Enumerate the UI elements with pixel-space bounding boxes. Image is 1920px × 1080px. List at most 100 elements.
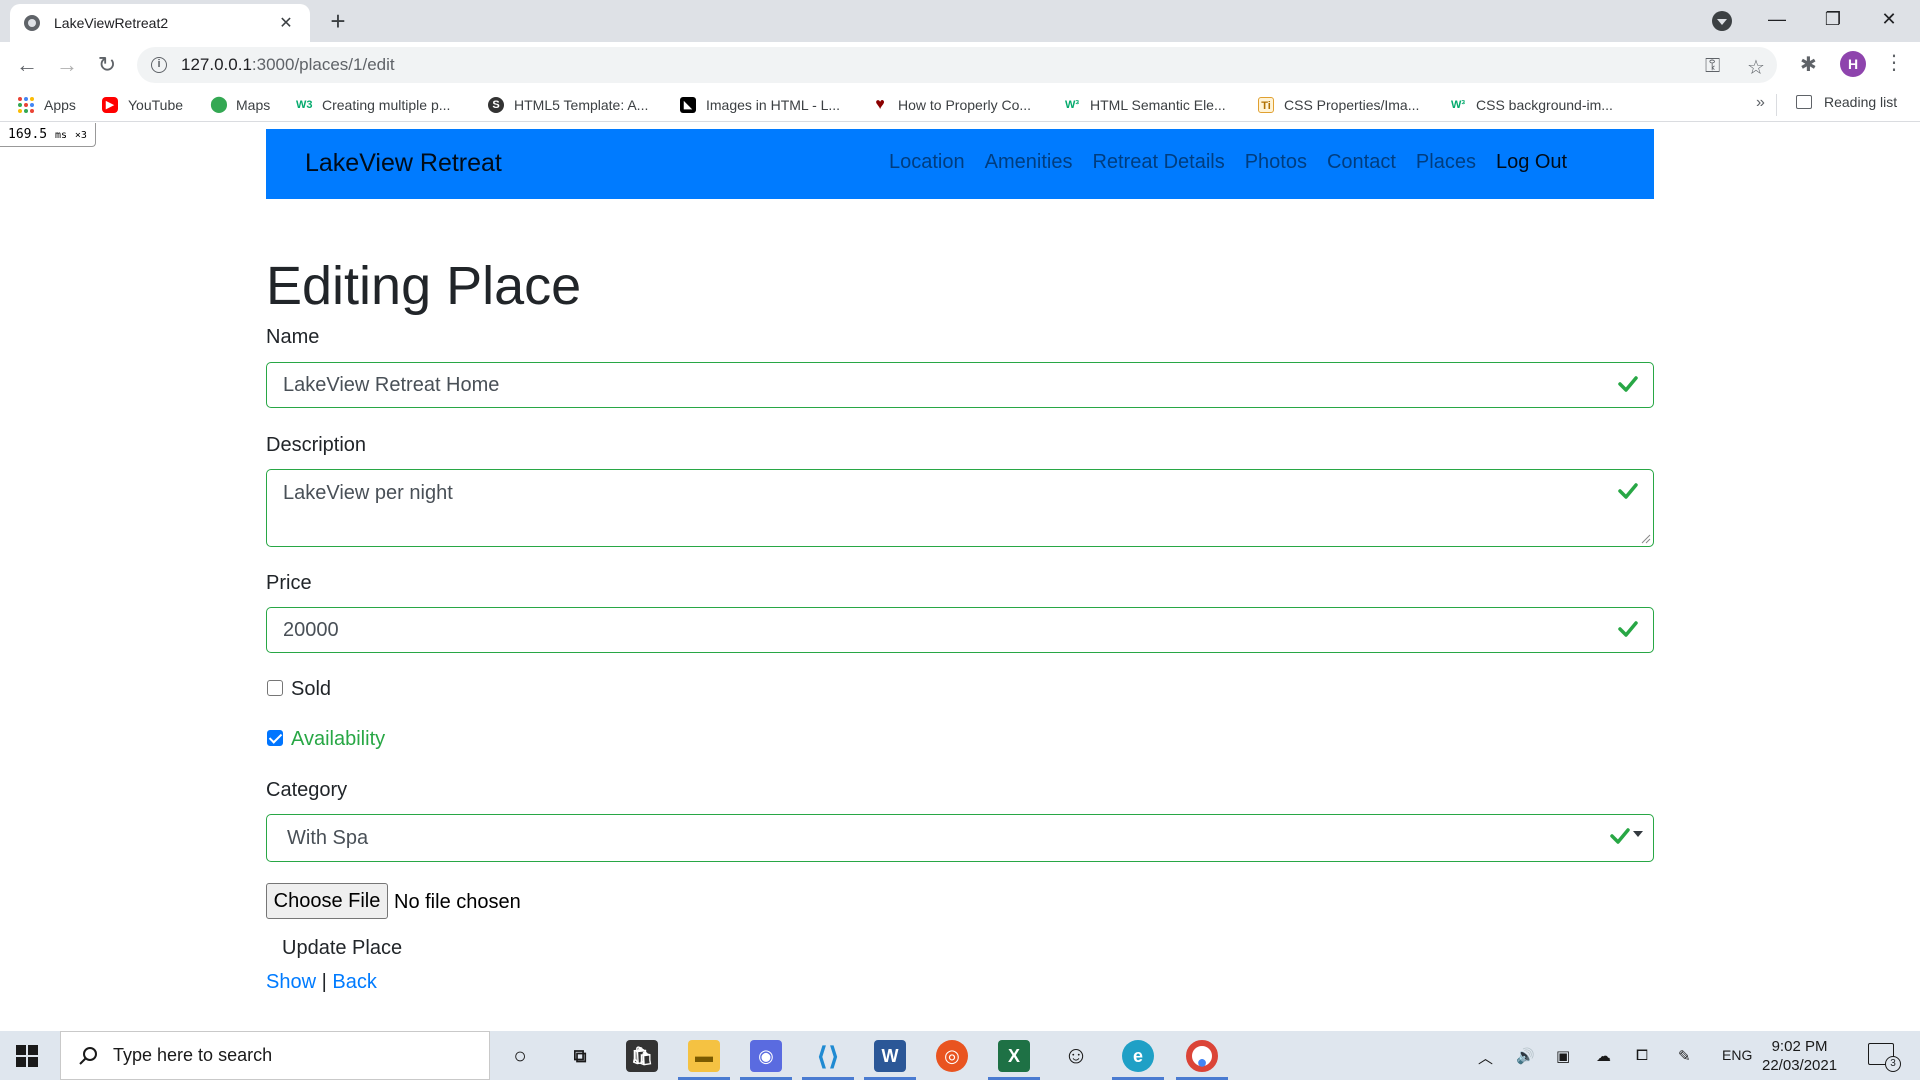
ti-icon: Ti: [1258, 97, 1274, 113]
bookmark-images-html[interactable]: ◣ Images in HTML - L...: [680, 94, 840, 116]
bookmark-css-properties[interactable]: Ti CSS Properties/Ima...: [1258, 94, 1419, 116]
emoji-app-icon[interactable]: ☺: [1060, 1040, 1092, 1072]
nav-location[interactable]: Location: [889, 151, 965, 174]
chrome-icon[interactable]: ●: [1186, 1040, 1218, 1072]
reading-list-icon: [1796, 95, 1812, 109]
bookmark-how-to[interactable]: ♥ How to Properly Co...: [872, 94, 1031, 116]
price-input[interactable]: 20000: [266, 607, 1654, 653]
extensions-puzzle-icon[interactable]: ✱: [1800, 52, 1817, 77]
ubuntu-icon[interactable]: ◎: [936, 1040, 968, 1072]
tab-title: LakeViewRetreat2: [54, 15, 169, 31]
display-icon[interactable]: ⧠: [1636, 1047, 1648, 1064]
site-nav-links: Location Amenities Retreat Details Photo…: [889, 151, 1587, 174]
apps-grid-icon: [18, 97, 34, 113]
show-hidden-icons-chevron-icon[interactable]: ︿: [1478, 1047, 1493, 1068]
name-label: Name: [266, 326, 320, 348]
description-textarea[interactable]: LakeView per night: [266, 469, 1654, 547]
search-icon: [79, 1046, 97, 1065]
meet-now-icon[interactable]: ▣: [1556, 1047, 1570, 1065]
new-tab-button[interactable]: +: [324, 6, 352, 36]
close-window-button[interactable]: ✕: [1866, 4, 1912, 34]
volume-icon[interactable]: 🔊: [1516, 1047, 1535, 1065]
site-info-icon[interactable]: i: [151, 57, 167, 73]
availability-checkbox[interactable]: [267, 730, 283, 746]
bookmarks-overflow-button[interactable]: »: [1756, 94, 1765, 112]
nav-retreat-details[interactable]: Retreat Details: [1092, 151, 1224, 174]
cortana-icon[interactable]: ○: [504, 1040, 536, 1072]
availability-label[interactable]: Availability: [291, 728, 385, 751]
address-bar[interactable]: i 127.0.0.1:3000/places/1/edit ⚿ ☆: [137, 47, 1777, 83]
bookmark-star-icon[interactable]: ☆: [1747, 55, 1765, 80]
footer-links: Show | Back: [266, 971, 377, 994]
valid-check-icon: [1618, 376, 1638, 392]
bookmark-youtube[interactable]: ▶ YouTube: [102, 94, 183, 116]
onedrive-icon[interactable]: ☁: [1596, 1047, 1611, 1065]
reload-icon[interactable]: ↻: [92, 50, 122, 80]
sitepoint-icon: S: [488, 97, 504, 113]
notification-count: 3: [1885, 1056, 1901, 1072]
forward-arrow-icon[interactable]: →: [52, 50, 82, 80]
bookmark-w3schools-1[interactable]: W3 Creating multiple p...: [296, 94, 450, 116]
site-brand[interactable]: LakeView Retreat: [305, 149, 502, 178]
windows-start-icon[interactable]: [16, 1045, 38, 1067]
tab-search-icon[interactable]: [1712, 11, 1732, 31]
chrome-menu-icon[interactable]: ⋮: [1884, 50, 1904, 75]
language-indicator[interactable]: ENG: [1722, 1047, 1752, 1063]
profile-avatar[interactable]: H: [1840, 51, 1866, 77]
bookmark-html-semantic[interactable]: W³ HTML Semantic Ele...: [1064, 94, 1226, 116]
vscode-icon[interactable]: ⟨⟩: [812, 1040, 844, 1072]
update-place-button[interactable]: Update Place: [266, 931, 418, 965]
w3-icon: W³: [1064, 99, 1080, 111]
bookmark-html5-template[interactable]: S HTML5 Template: A...: [488, 94, 648, 116]
nav-photos[interactable]: Photos: [1245, 151, 1307, 174]
notifications-icon[interactable]: 3: [1868, 1043, 1901, 1072]
back-arrow-icon[interactable]: ←: [12, 50, 42, 80]
bookmark-maps[interactable]: ⬤ Maps: [210, 94, 270, 116]
file-status: No file chosen: [394, 891, 521, 913]
browser-tab[interactable]: LakeViewRetreat2 ✕: [10, 4, 310, 42]
bookmarks-bar: Apps ▶ YouTube ⬤ Maps W3 Creating multip…: [0, 88, 1920, 122]
page-title: Editing Place: [266, 256, 582, 316]
minimize-button[interactable]: —: [1754, 4, 1800, 34]
bookmark-apps[interactable]: Apps: [18, 94, 76, 116]
resize-handle-icon[interactable]: [1641, 534, 1651, 544]
restore-button[interactable]: ❐: [1810, 4, 1856, 34]
choose-file-button[interactable]: Choose File: [266, 883, 388, 919]
pen-icon[interactable]: ✎: [1678, 1047, 1691, 1065]
nav-places[interactable]: Places: [1416, 151, 1476, 174]
category-label: Category: [266, 779, 348, 801]
bookmark-css-background[interactable]: W³ CSS background-im...: [1450, 94, 1613, 116]
nav-amenities[interactable]: Amenities: [985, 151, 1073, 174]
description-label: Description: [266, 434, 367, 456]
discord-icon[interactable]: ◉: [750, 1040, 782, 1072]
sold-checkbox[interactable]: [267, 680, 283, 696]
file-explorer-icon[interactable]: ▬: [688, 1040, 720, 1072]
edge-icon[interactable]: e: [1122, 1040, 1154, 1072]
heart-icon: ♥: [875, 96, 885, 113]
store-icon[interactable]: 🛍: [626, 1040, 658, 1072]
excel-icon[interactable]: X: [998, 1040, 1030, 1072]
nav-contact[interactable]: Contact: [1327, 151, 1396, 174]
task-view-icon[interactable]: ⧉: [564, 1040, 596, 1072]
browser-toolbar: ← → ↻ i 127.0.0.1:3000/places/1/edit ⚿ ☆: [0, 42, 1920, 88]
name-input[interactable]: LakeView Retreat Home: [266, 362, 1654, 408]
perf-badge: 169.5 ms ×3: [0, 123, 96, 147]
tab-close-icon[interactable]: ✕: [276, 13, 296, 33]
nav-log-out[interactable]: Log Out: [1496, 151, 1567, 174]
sold-label[interactable]: Sold: [291, 678, 331, 701]
mdn-icon: ◣: [680, 97, 696, 113]
valid-check-icon: [1618, 621, 1638, 637]
word-icon[interactable]: W: [874, 1040, 906, 1072]
taskbar-search[interactable]: Type here to search: [60, 1031, 490, 1080]
maps-pin-icon: ⬤: [210, 96, 228, 113]
url-text: 127.0.0.1:3000/places/1/edit: [181, 55, 395, 74]
show-link[interactable]: Show: [266, 971, 316, 993]
reading-list-button[interactable]: Reading list: [1796, 94, 1897, 110]
clock[interactable]: 9:02 PM 22/03/2021: [1762, 1037, 1837, 1075]
browser-tab-strip: LakeViewRetreat2 ✕ + — ❐ ✕: [0, 0, 1920, 42]
category-select[interactable]: With Spa: [266, 814, 1654, 862]
back-link[interactable]: Back: [332, 971, 376, 993]
w3schools-icon: W3: [296, 99, 313, 111]
w3-icon: W³: [1450, 99, 1466, 111]
key-icon[interactable]: ⚿: [1705, 55, 1720, 78]
